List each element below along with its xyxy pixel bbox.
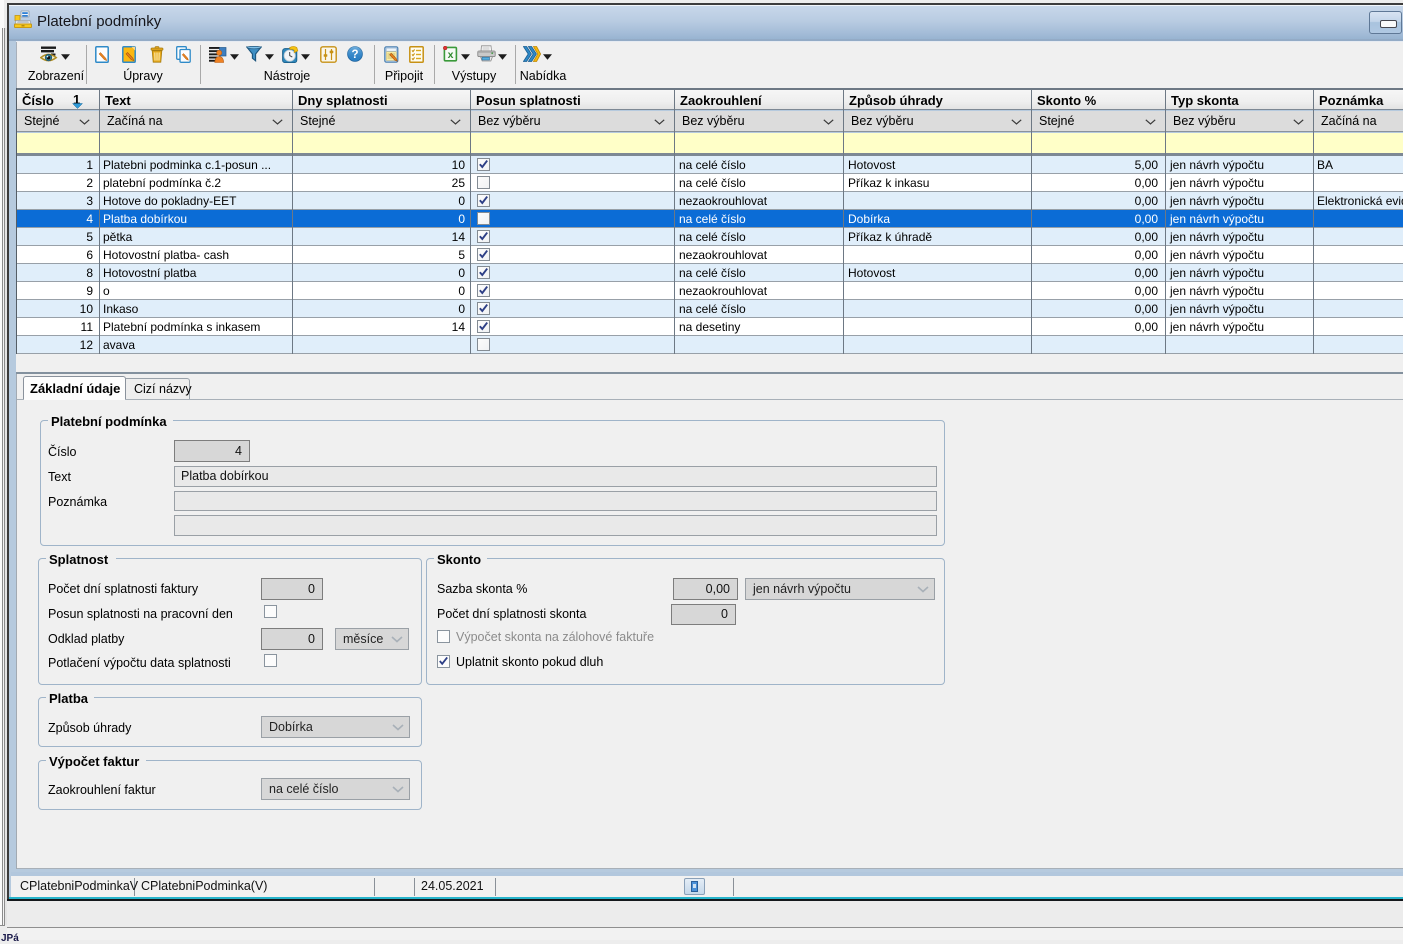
- svg-text:?: ?: [351, 49, 358, 61]
- svg-text:x: x: [448, 49, 454, 61]
